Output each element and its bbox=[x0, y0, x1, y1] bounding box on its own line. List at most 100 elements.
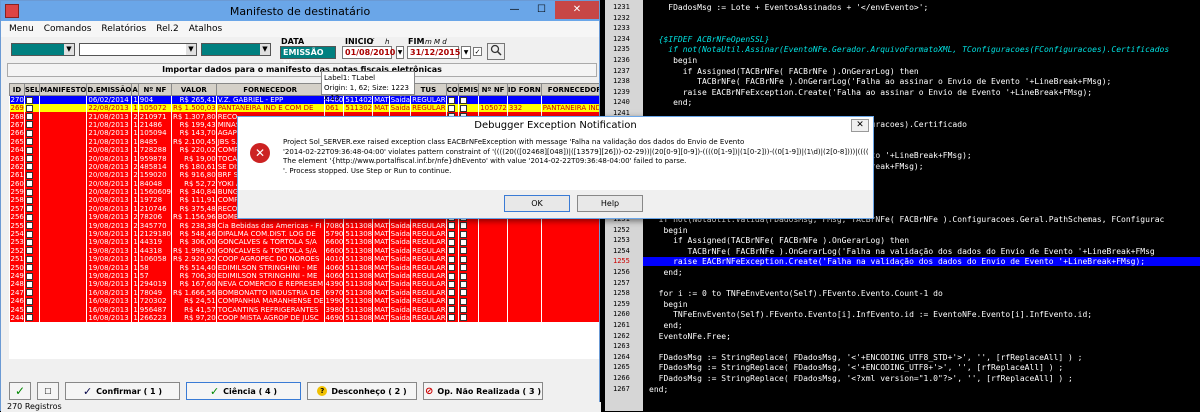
table-cell[interactable] bbox=[24, 154, 41, 163]
table-row[interactable]: 253 19/08/2013 1 44319 R$ 306,00 GONCALVES & … bbox=[9, 238, 599, 247]
confirm-button[interactable]: ✓ Confirmar ( 1 ) bbox=[65, 382, 180, 400]
column-header[interactable]: FORNECEDOR bbox=[540, 83, 599, 96]
table-row[interactable]: 245 16/08/2013 1 956487 R$ 41,57 TOCANTINS RE… bbox=[9, 305, 599, 314]
row-checkbox[interactable] bbox=[447, 289, 455, 297]
row-checkbox[interactable] bbox=[447, 314, 455, 322]
dialog-close-button[interactable]: ✕ bbox=[851, 119, 869, 132]
row-checkbox[interactable] bbox=[459, 230, 467, 238]
desconheco-button[interactable]: ? Desconheço ( 2 ) bbox=[307, 382, 417, 400]
row-checkbox[interactable] bbox=[25, 213, 33, 221]
table-cell[interactable] bbox=[458, 313, 480, 323]
row-checkbox[interactable] bbox=[447, 230, 455, 238]
table-cell[interactable] bbox=[24, 255, 41, 264]
table-cell[interactable] bbox=[458, 280, 480, 289]
table-cell[interactable] bbox=[446, 288, 459, 297]
row-checkbox[interactable] bbox=[459, 297, 467, 305]
row-checkbox[interactable] bbox=[25, 289, 33, 297]
row-checkbox[interactable] bbox=[25, 163, 33, 171]
row-checkbox[interactable] bbox=[459, 247, 467, 255]
table-cell[interactable] bbox=[24, 305, 41, 314]
row-checkbox[interactable] bbox=[25, 113, 33, 121]
column-header[interactable]: ID FORN bbox=[506, 83, 542, 96]
table-cell[interactable] bbox=[24, 280, 41, 289]
row-checkbox[interactable] bbox=[447, 255, 455, 263]
row-checkbox[interactable] bbox=[25, 222, 33, 230]
row-checkbox[interactable] bbox=[459, 96, 467, 104]
table-cell[interactable] bbox=[458, 238, 480, 247]
table-cell[interactable] bbox=[446, 229, 459, 239]
table-row[interactable]: 254 19/08/2013 1 2129180 R$ 548,46 DIPALMA CO… bbox=[9, 229, 599, 239]
table-row[interactable]: 269 22/08/2013 1 105072 R$ 1.500,03 PANTANEIR… bbox=[9, 104, 599, 113]
column-header[interactable]: EMIS bbox=[457, 83, 480, 96]
table-cell[interactable] bbox=[24, 238, 41, 247]
table-cell[interactable] bbox=[446, 280, 459, 289]
row-checkbox[interactable] bbox=[25, 238, 33, 246]
column-header[interactable]: TUS bbox=[410, 83, 447, 96]
row-checkbox[interactable] bbox=[25, 171, 33, 179]
start-date-input[interactable]: 01/08/2010 bbox=[342, 46, 395, 59]
ciencia-button[interactable]: ✓ Ciência ( 4 ) bbox=[186, 382, 301, 400]
table-cell[interactable] bbox=[458, 305, 480, 314]
table-cell[interactable] bbox=[24, 229, 41, 239]
table-row[interactable]: 252 19/08/2013 1 44318 R$ 1.998,00 GONCALVES … bbox=[9, 246, 599, 256]
table-row[interactable]: 246 16/08/2013 1 720302 R$ 24,51 COMPANHIA MA… bbox=[9, 296, 599, 306]
date-spin-button[interactable]: ▼ bbox=[461, 46, 471, 59]
row-checkbox[interactable] bbox=[459, 289, 467, 297]
maximize-button[interactable]: ☐ bbox=[528, 1, 555, 19]
table-cell[interactable] bbox=[24, 204, 41, 214]
menu-item[interactable]: Relatórios bbox=[101, 24, 146, 34]
column-header[interactable]: VALOR bbox=[170, 83, 217, 96]
row-checkbox[interactable] bbox=[447, 222, 455, 230]
row-checkbox[interactable] bbox=[25, 205, 33, 213]
table-cell[interactable] bbox=[24, 162, 41, 172]
table-row[interactable]: 250 19/08/2013 1 58 R$ 514,40 EDIMILSON STRIN… bbox=[9, 263, 599, 272]
table-cell[interactable] bbox=[458, 255, 480, 264]
table-cell[interactable] bbox=[446, 305, 459, 314]
table-cell[interactable] bbox=[24, 263, 41, 272]
table-cell[interactable] bbox=[446, 271, 459, 281]
row-checkbox[interactable] bbox=[447, 238, 455, 246]
table-cell[interactable] bbox=[446, 296, 459, 306]
op-nao-realizada-button[interactable]: ⊘ Op. Não Realizada ( 3 ) bbox=[423, 382, 543, 400]
table-cell[interactable] bbox=[458, 263, 480, 272]
row-checkbox[interactable] bbox=[25, 280, 33, 288]
table-cell[interactable] bbox=[458, 104, 480, 113]
row-checkbox[interactable] bbox=[25, 255, 33, 263]
column-header[interactable]: D.EMISSÃO bbox=[86, 83, 133, 96]
table-cell[interactable] bbox=[24, 221, 41, 230]
filter-combo-1[interactable]: ▼ bbox=[11, 43, 75, 56]
help-button[interactable]: Help bbox=[577, 195, 643, 212]
row-checkbox[interactable] bbox=[25, 196, 33, 204]
row-checkbox[interactable] bbox=[25, 247, 33, 255]
row-checkbox[interactable] bbox=[25, 138, 33, 146]
row-checkbox[interactable] bbox=[459, 104, 467, 112]
table-row[interactable]: 248 19/08/2013 1 294019 R$ 167,60 NEVA COMERC… bbox=[9, 280, 599, 289]
menu-item[interactable]: Comandos bbox=[44, 24, 92, 34]
table-cell[interactable] bbox=[458, 288, 480, 297]
row-checkbox[interactable] bbox=[447, 96, 455, 104]
column-header[interactable]: Nº NF bbox=[137, 83, 172, 96]
table-cell[interactable] bbox=[24, 196, 41, 205]
row-checkbox[interactable] bbox=[25, 306, 33, 314]
table-cell[interactable] bbox=[24, 187, 41, 197]
table-row[interactable]: 251 19/08/2013 1 106058 R$ 2.920,92 COOP AGRO… bbox=[9, 255, 599, 264]
row-checkbox[interactable] bbox=[459, 222, 467, 230]
table-cell[interactable] bbox=[24, 213, 41, 222]
row-checkbox[interactable] bbox=[447, 297, 455, 305]
uncheck-all-button[interactable]: ☐ bbox=[37, 382, 59, 400]
row-checkbox[interactable] bbox=[25, 314, 33, 322]
table-cell[interactable] bbox=[446, 255, 459, 264]
import-button[interactable]: Importar dados para o manifesto das nota… bbox=[7, 63, 597, 77]
filter-combo-3[interactable]: ▼ bbox=[201, 43, 271, 56]
date-filter-checkbox[interactable]: ✓ bbox=[473, 47, 482, 56]
row-checkbox[interactable] bbox=[447, 264, 455, 272]
table-cell[interactable] bbox=[24, 171, 41, 180]
table-row[interactable]: 270 06/02/2014 1 904 R$ 265,41 V.Z. GABRIEL -… bbox=[9, 95, 599, 104]
row-checkbox[interactable] bbox=[25, 129, 33, 137]
filter-combo-2[interactable]: ▼ bbox=[79, 43, 197, 56]
table-cell[interactable] bbox=[458, 246, 480, 256]
table-cell[interactable] bbox=[24, 112, 41, 121]
row-checkbox[interactable] bbox=[25, 180, 33, 188]
table-cell[interactable] bbox=[446, 95, 459, 104]
column-header[interactable]: FORNECEDOR bbox=[215, 83, 325, 96]
